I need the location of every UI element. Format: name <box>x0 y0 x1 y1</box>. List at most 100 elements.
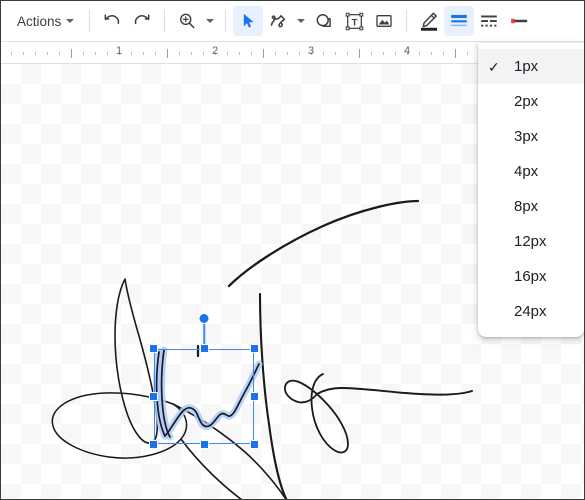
resize-handle-top-right[interactable] <box>250 344 259 353</box>
line-weight-option-12px[interactable]: 12px <box>478 224 584 259</box>
line-weight-option-label: 12px <box>514 233 547 250</box>
rotation-handle[interactable] <box>198 313 210 324</box>
resize-handle-bottom-left[interactable] <box>149 440 158 449</box>
shape-tool-button[interactable] <box>309 6 339 36</box>
line-weight-option-4px[interactable]: 4px <box>478 154 584 189</box>
line-weight-option-label: 8px <box>514 198 539 215</box>
line-weight-dropdown-menu: ✓ 1px 2px 3px 4px 8px 12px 16px 24px <box>478 43 584 337</box>
ruler-tick-minor <box>107 52 108 55</box>
ruler-number: 4 <box>403 45 411 57</box>
image-tool-button[interactable] <box>369 6 399 36</box>
scribble-icon <box>267 10 289 32</box>
ruler-tick-minor <box>419 52 420 55</box>
line-weight-option-label: 3px <box>514 128 539 145</box>
ruler-tick-minor <box>347 52 348 55</box>
ruler-tick-minor <box>155 52 156 55</box>
ruler-tick-minor <box>275 52 276 55</box>
ruler-tick-minor <box>191 52 192 55</box>
ruler-tick-major <box>455 49 456 58</box>
shape-icon <box>314 11 335 32</box>
ruler-tick-minor <box>287 52 288 55</box>
ruler-tick-minor <box>83 52 84 55</box>
undo-icon <box>102 11 122 31</box>
chevron-down-icon <box>206 19 215 23</box>
ruler-tick-minor <box>383 52 384 55</box>
line-weight-icon <box>448 10 470 32</box>
line-weight-button[interactable] <box>444 6 475 36</box>
actions-label: Actions <box>17 13 62 29</box>
ruler-tick-minor <box>323 52 324 55</box>
resize-handle-middle-right[interactable] <box>250 392 259 401</box>
ruler-number: 1 <box>115 45 123 57</box>
line-dash-button[interactable] <box>474 6 504 36</box>
resize-handle-bottom-center[interactable] <box>199 440 209 449</box>
redo-button[interactable] <box>127 6 157 36</box>
line-weight-option-16px[interactable]: 16px <box>478 259 584 294</box>
ruler-tick-minor <box>11 52 12 55</box>
ruler-tick-minor <box>179 52 180 55</box>
ruler-tick-minor <box>203 52 204 55</box>
select-tool-button[interactable] <box>233 6 264 36</box>
line-weight-option-label: 16px <box>514 268 547 285</box>
line-weight-option-label: 1px <box>514 58 539 75</box>
selection-bounding-box <box>154 349 254 444</box>
resize-handle-middle-left[interactable] <box>149 392 158 401</box>
svg-text:T: T <box>351 17 357 28</box>
ruler-tick-minor <box>59 52 60 55</box>
zoom-button[interactable] <box>172 6 202 36</box>
ruler-tick-minor <box>395 52 396 55</box>
textbox-tool-button[interactable]: T <box>339 6 369 36</box>
zoom-dropdown-button[interactable] <box>202 6 218 36</box>
resize-handle-bottom-right[interactable] <box>250 440 259 449</box>
ruler-tick-minor <box>443 52 444 55</box>
scribble-dropdown-button[interactable] <box>293 6 309 36</box>
line-weight-option-24px[interactable]: 24px <box>478 294 584 329</box>
ruler-tick-minor <box>227 52 228 55</box>
border-color-icon <box>418 10 440 32</box>
ruler-tick-minor <box>335 52 336 55</box>
ruler-tick-minor <box>143 52 144 55</box>
ruler-tick-minor <box>47 52 48 55</box>
ruler-tick-minor <box>371 52 372 55</box>
ruler-tick-minor <box>35 52 36 55</box>
undo-button[interactable] <box>97 6 127 36</box>
ruler-tick-minor <box>95 52 96 55</box>
ruler-tick-major <box>263 49 264 58</box>
toolbar-separator <box>164 10 166 32</box>
ruler-tick-major <box>167 49 168 58</box>
line-weight-option-2px[interactable]: 2px <box>478 84 584 119</box>
ruler-tick-minor <box>239 52 240 55</box>
border-color-button[interactable] <box>414 6 444 36</box>
ruler-tick-minor <box>131 52 132 55</box>
line-weight-option-label: 4px <box>514 163 539 180</box>
ruler-number: 3 <box>307 45 315 57</box>
resize-handle-top-center[interactable] <box>199 344 209 353</box>
resize-handle-top-left[interactable] <box>149 344 158 353</box>
scribble-tool-button[interactable] <box>263 6 293 36</box>
line-weight-option-3px[interactable]: 3px <box>478 119 584 154</box>
line-dash-icon <box>478 10 500 32</box>
line-weight-option-1px[interactable]: ✓ 1px <box>478 49 584 84</box>
ruler-tick-minor <box>467 52 468 55</box>
select-icon <box>238 11 258 31</box>
image-icon <box>374 11 394 31</box>
main-toolbar: Actions T <box>1 1 584 42</box>
line-decoration-button[interactable] <box>504 6 534 36</box>
toolbar-separator <box>406 10 408 32</box>
drawing-app-window: Actions T 1 2 3 4 ✓ 1px 2px 3px 4px 8px … <box>0 0 585 500</box>
actions-menu-button[interactable]: Actions <box>9 6 82 36</box>
chevron-down-icon <box>297 19 306 23</box>
ruler-tick-minor <box>431 52 432 55</box>
selection-overlay[interactable] <box>149 313 259 449</box>
chevron-down-icon <box>66 19 75 23</box>
ruler-tick-minor <box>251 52 252 55</box>
ruler-number: 2 <box>211 45 219 57</box>
redo-icon <box>132 11 152 31</box>
line-weight-option-8px[interactable]: 8px <box>478 189 584 224</box>
ruler-tick-major <box>359 49 360 58</box>
zoom-icon <box>177 11 197 31</box>
line-weight-option-label: 24px <box>514 303 547 320</box>
ruler-tick-major <box>71 49 72 58</box>
line-weight-option-label: 2px <box>514 93 539 110</box>
toolbar-separator <box>89 10 91 32</box>
